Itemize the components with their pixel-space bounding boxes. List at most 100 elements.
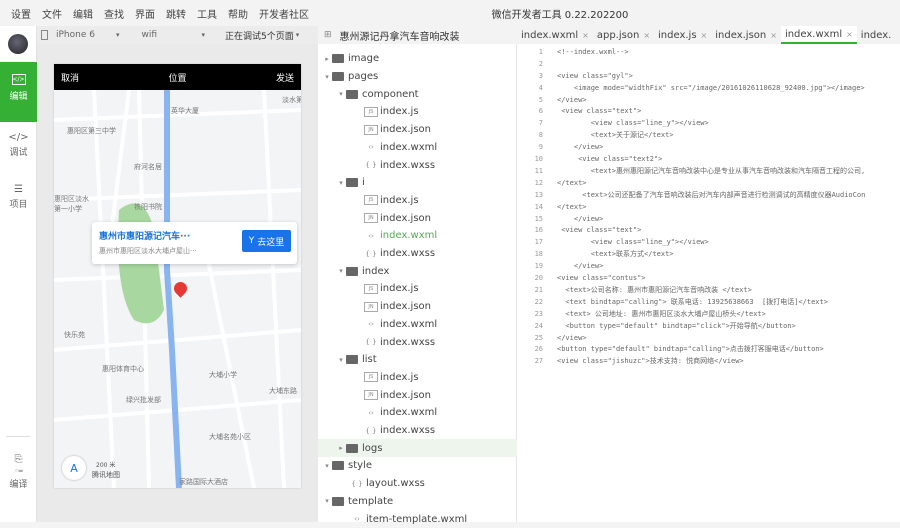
editor-tab[interactable]: index.wxml × [517,26,593,44]
menu-tools[interactable]: 工具 [197,6,217,21]
folder-icon [346,443,358,453]
tree-item[interactable]: ▾ i [318,174,517,192]
map-label: 府河名居 [134,163,162,171]
menu-edit[interactable]: 编辑 [73,6,93,21]
cancel-button[interactable]: 取消 [61,71,79,84]
chevron-down-icon[interactable]: ▾ [296,31,300,39]
list-icon: ◦═ [14,467,23,475]
code-line: 4 <image mode="widthFix" src="/image/201… [517,82,900,94]
network-select[interactable]: wifi [142,30,202,40]
close-icon[interactable]: × [770,31,777,40]
tree-item-label: index.js [380,371,419,383]
tree-item[interactable]: ▸ logs [318,439,517,458]
tree-item[interactable]: JN index.json [318,121,517,139]
editor-tab[interactable]: index. [857,26,896,44]
chevron-down-icon[interactable]: ▾ [336,267,346,275]
tree-item-label: index.wxss [380,159,436,171]
sidebar-item-edit[interactable]: </> 编辑 [0,62,37,122]
editor-tab[interactable]: index.js × [654,26,711,44]
location-popup[interactable]: 惠州市惠阳源记汽车··· 惠州市惠阳区淡水大埔卢屋山··· Y 去这里 [92,222,297,264]
editor-tab[interactable]: index.wxml × [780,26,857,44]
tree-item[interactable]: ▾ component [318,85,517,103]
tree-item[interactable]: ‹› index.wxml [318,316,517,334]
sidebar-divider [6,436,30,437]
compass-button[interactable]: A [62,456,86,480]
close-icon[interactable]: × [846,30,853,39]
code-text: </view> [557,333,587,342]
place-title: 惠州市惠阳源记汽车··· [99,232,191,242]
tree-item[interactable]: ‹› index.wxml [318,227,517,245]
tree-item[interactable]: ▸ image [318,50,517,68]
tree-item[interactable]: ▾ index [318,262,517,280]
menu-goto[interactable]: 跳转 [166,6,186,21]
tree-item-label: image [348,53,380,65]
line-number: 22 [534,297,543,306]
editor-tab[interactable]: app.json × [593,26,654,44]
line-number: 11 [534,166,543,175]
tree-item[interactable]: ‹› item-template.wxml [318,510,517,528]
tree-item[interactable]: ▾ list [318,351,517,369]
chevron-down-icon[interactable]: ▾ [202,31,206,39]
json-file-icon: JN [364,213,378,224]
line-number: 14 [534,202,543,211]
editor-tab[interactable]: index.json × [711,26,781,44]
code-line: 7 <view class="line_y"></view> [517,117,900,129]
menu-file[interactable]: 文件 [42,6,62,21]
tree-item[interactable]: { } index.wxss [318,422,517,440]
menu-settings[interactable]: 设置 [11,6,31,21]
tree-item[interactable]: { } index.wxss [318,156,517,174]
sidebar-item-compile[interactable]: ⎘ ◦═ 编译 [0,454,37,490]
chevron-down-icon[interactable]: ▾ [322,497,332,505]
tree-item[interactable]: ‹› index.wxml [318,139,517,157]
code-editor[interactable]: 1 <!--index.wxml--> 2 3 <view class="gyl"> 4 … [517,44,900,522]
menu-community[interactable]: 开发者社区 [259,6,309,21]
sidebar-item-project[interactable]: ☰ 项目 [0,184,37,210]
tree-item[interactable]: ▾ template [318,493,517,511]
device-select[interactable]: iPhone 6 [56,30,116,40]
close-icon[interactable]: × [643,31,650,40]
send-button[interactable]: 发送 [276,71,294,84]
navigate-button[interactable]: Y 去这里 [242,230,291,252]
tree-item[interactable]: JS index.js [318,103,517,121]
tree-icon[interactable]: ⊞ [324,30,332,40]
debug-status[interactable]: 正在调试5个页面 [225,29,294,42]
tree-item[interactable]: JS index.js [318,369,517,387]
chevron-down-icon[interactable]: ▾ [116,31,120,39]
map-label: 惠阳区淡水第一小学 [54,195,89,213]
line-number: 3 [538,71,543,80]
tree-item[interactable]: ▾ pages [318,68,517,86]
sidebar-label: 编辑 [9,92,28,102]
wxss-file-icon: { } [365,338,377,347]
map-label: 惠阳区第三中学 [67,127,116,135]
menu-help[interactable]: 帮助 [228,6,248,21]
tree-item[interactable]: JN index.json [318,298,517,316]
tree-item[interactable]: JS index.js [318,280,517,298]
wxss-file-icon: { } [365,249,377,258]
chevron-down-icon[interactable]: ▾ [336,356,346,364]
tree-item[interactable]: ▾ style [318,457,517,475]
chevron-right-icon[interactable]: ▸ [322,55,332,63]
line-number: 26 [534,345,543,354]
chevron-right-icon[interactable]: ▸ [336,444,346,452]
tree-item[interactable]: JN index.json [318,386,517,404]
close-icon[interactable]: × [701,31,708,40]
close-icon[interactable]: × [582,31,589,40]
menu-find[interactable]: 查找 [104,6,124,21]
code-text: <text>公司还配备了汽车音响改装后对汽车内部声音进行检测调试的高精度仪器Au… [557,190,866,199]
folder-icon [332,461,344,471]
chevron-down-icon[interactable]: ▾ [336,90,346,98]
sidebar-item-debug[interactable]: </> 调试 [0,132,37,158]
tree-item[interactable]: JS index.js [318,192,517,210]
tree-item[interactable]: ‹› index.wxml [318,404,517,422]
tree-item[interactable]: JN index.json [318,209,517,227]
tree-item[interactable]: { } index.wxss [318,333,517,351]
code-line: 6 <view class="text"> [517,106,900,118]
avatar[interactable] [8,34,28,54]
tree-item[interactable]: { } layout.wxss [318,475,517,493]
chevron-down-icon[interactable]: ▾ [322,462,332,470]
tree-item[interactable]: { } index.wxss [318,245,517,263]
chevron-down-icon[interactable]: ▾ [336,179,346,187]
chevron-down-icon[interactable]: ▾ [322,73,332,81]
menu-view[interactable]: 界面 [135,6,155,21]
file-tree: ▸ image ▾ pages ▾ component JS index.js JN index.… [318,44,517,525]
